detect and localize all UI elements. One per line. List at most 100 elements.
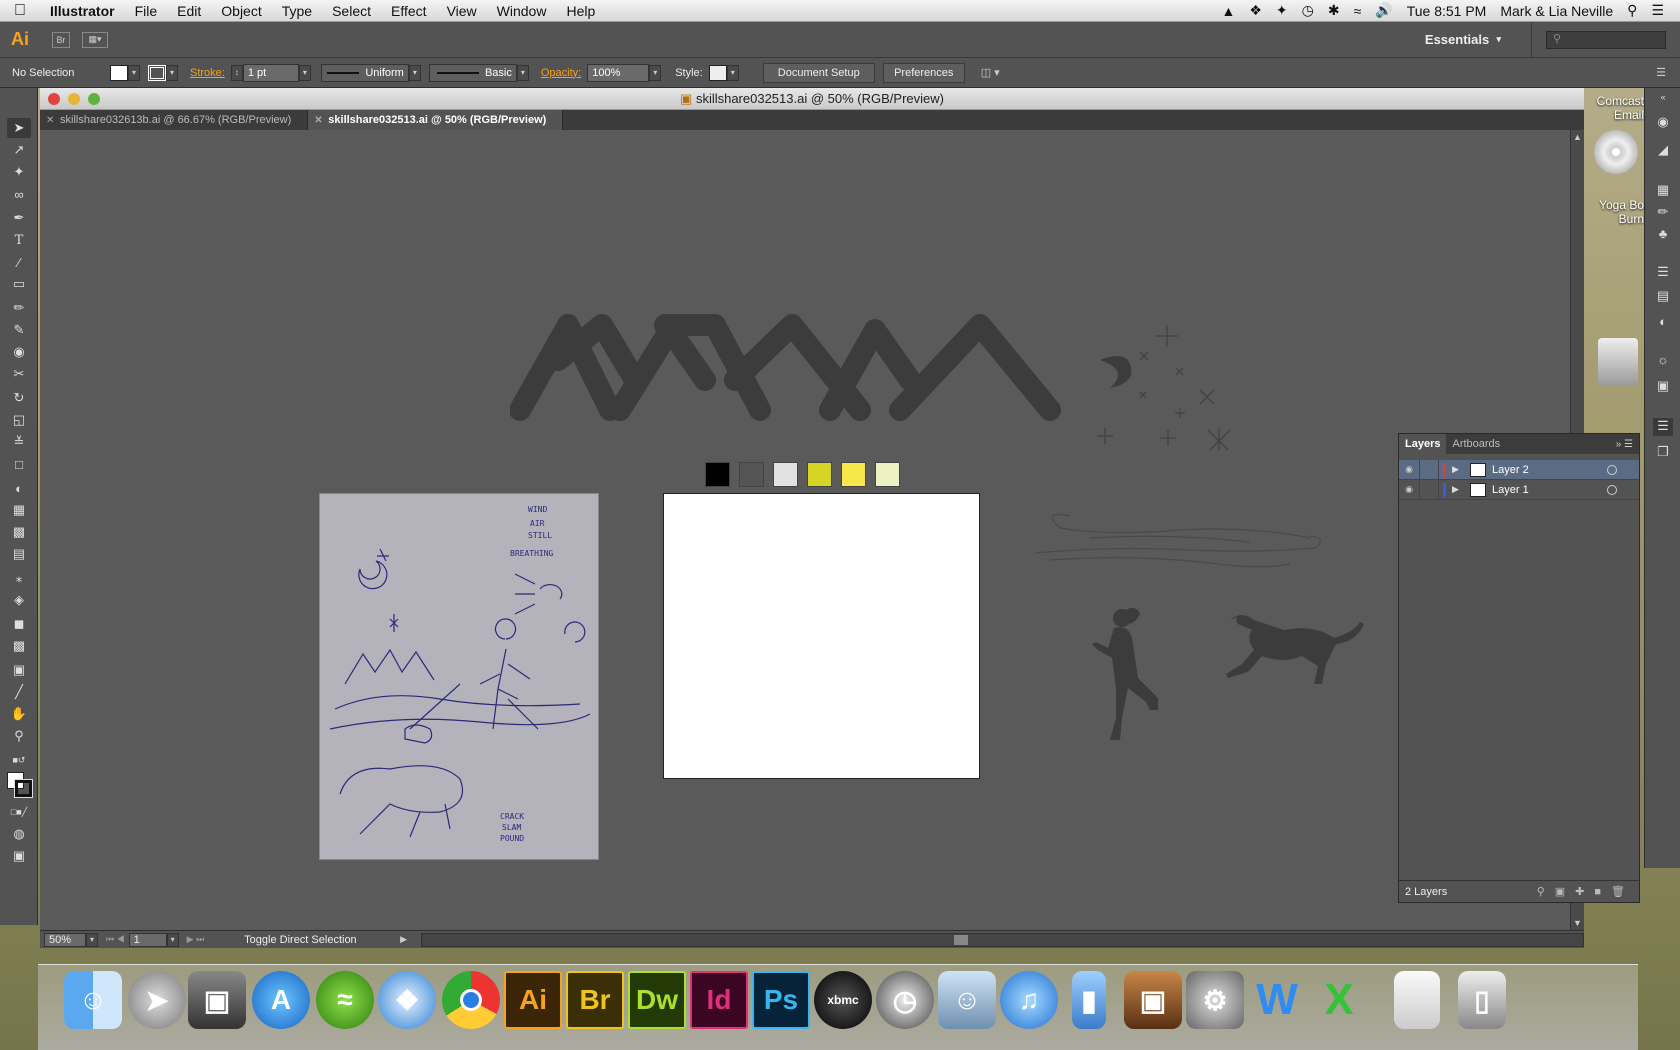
color-panel-icon[interactable]: ◉ (1653, 114, 1673, 132)
graphic-styles-panel-icon[interactable]: ▣ (1653, 378, 1673, 396)
opacity-field[interactable]: 100% (587, 63, 650, 82)
notification-center-icon[interactable]: ☰ (1651, 2, 1664, 19)
mesh-tool-icon[interactable]: ▩ (7, 522, 31, 542)
rotate-tool-icon[interactable]: ↻ (7, 388, 31, 408)
stroke-swatch[interactable] (148, 64, 166, 81)
tab-artboards[interactable]: Artboards (1446, 434, 1506, 454)
close-tab-icon[interactable]: ✕ (46, 115, 54, 126)
artboard[interactable] (663, 493, 980, 779)
opacity-label[interactable]: Opacity: (541, 67, 581, 79)
dropbox-icon[interactable]: ❖ (1249, 2, 1262, 19)
palette-swatch-lime[interactable] (807, 462, 832, 487)
help-search-input[interactable]: ⚲ (1546, 30, 1666, 49)
palette-swatch-yellow[interactable] (841, 462, 866, 487)
layer-actions-icons[interactable]: ⚲▣✚■🗑 (1537, 885, 1639, 898)
system-preferences-icon[interactable]: ⚙ (1186, 971, 1244, 1029)
blend-tool-icon[interactable]: ◈ (7, 590, 31, 610)
workspace-switcher[interactable]: Essentials ▾ (1425, 21, 1532, 58)
desktop-item-yoga[interactable]: Yoga Bo Burn (1574, 198, 1644, 226)
style-control[interactable]: ▾ (708, 64, 739, 81)
palette-swatch-light-gray[interactable] (773, 462, 798, 487)
stroke-color-control[interactable]: ▾ (148, 64, 178, 81)
color-guide-icon[interactable]: ◢ (1653, 142, 1673, 160)
xbmc-icon[interactable]: xbmc (814, 971, 872, 1029)
artboard-number-field[interactable]: 1 (128, 932, 167, 947)
arrange-documents-icon[interactable]: ▦▾ (82, 31, 108, 48)
free-transform-tool-icon[interactable]: □ (7, 454, 31, 474)
stroke-dropdown-icon[interactable]: ▾ (166, 64, 178, 81)
profile-field[interactable]: Uniform (320, 63, 409, 82)
magic-wand-tool-icon[interactable]: ✦ (7, 162, 31, 182)
artboards-panel-icon[interactable]: ❐ (1653, 444, 1673, 462)
menu-effect[interactable]: Effect (381, 3, 437, 19)
menu-select[interactable]: Select (322, 3, 381, 19)
arrange-icon[interactable]: ◫ ▾ (981, 66, 1000, 79)
spotify-icon[interactable]: ≈ (316, 971, 374, 1029)
trash-icon[interactable]: ▯ (1458, 971, 1506, 1029)
lasso-tool-icon[interactable]: ∞ (7, 184, 31, 204)
stroke-label[interactable]: Stroke: (190, 67, 225, 79)
launchpad-icon[interactable]: ➤ (128, 971, 186, 1029)
panel-menu-icon[interactable]: ☰ (1656, 66, 1666, 79)
panel-options-icon[interactable]: » ☰ (1616, 439, 1639, 450)
time-machine-icon[interactable]: ◷ (1302, 2, 1314, 19)
symbols-panel-icon[interactable]: ♣ (1653, 226, 1673, 244)
blob-brush-tool-icon[interactable]: ◉ (7, 342, 31, 362)
last-artboard-icon[interactable]: ▶ ⏭ (187, 934, 205, 945)
app-store-icon[interactable]: A (252, 971, 310, 1029)
slice-tool-icon[interactable]: ╱ (7, 682, 31, 702)
fill-dropdown-icon[interactable]: ▾ (128, 64, 140, 81)
photo-booth-icon[interactable]: ▣ (1124, 971, 1182, 1029)
runner-dog-silhouette[interactable] (1070, 600, 1370, 770)
user-name[interactable]: Mark & Lia Neville (1500, 3, 1613, 19)
tab-layers[interactable]: Layers (1399, 434, 1447, 454)
pencil-tool-icon[interactable]: ✎ (7, 320, 31, 340)
dock-photoshop-icon[interactable]: Ps (752, 971, 810, 1029)
mountains-artwork[interactable] (510, 300, 1070, 430)
collapse-dock-icon[interactable]: « (1653, 92, 1673, 110)
fill-swatch[interactable] (110, 64, 128, 81)
stroke-proxy-swatch[interactable] (14, 779, 33, 798)
pen-tool-icon[interactable]: ✒ (7, 208, 31, 228)
layer-name[interactable]: Layer 1 (1492, 484, 1529, 496)
width-tool-icon[interactable]: ≚ (7, 432, 31, 452)
visibility-eye-icon[interactable]: ◉ (1399, 464, 1419, 475)
zoom-tool-icon[interactable]: ⚲ (7, 726, 31, 746)
word-icon[interactable]: W (1248, 971, 1306, 1029)
dock-illustrator-icon[interactable]: Ai (504, 971, 562, 1029)
stroke-weight-field[interactable]: 1 pt (242, 63, 299, 82)
menu-object[interactable]: Object (211, 3, 271, 19)
wind-lines-artwork[interactable] (1030, 508, 1330, 578)
google-drive-icon[interactable]: ▲ (1221, 3, 1235, 19)
visibility-eye-icon[interactable]: ◉ (1399, 484, 1419, 495)
color-none-modes-icon[interactable]: □■╱ (7, 802, 31, 822)
lock-toggle[interactable] (1419, 479, 1439, 500)
variable-width-profile[interactable]: Uniform ▾ (320, 63, 421, 82)
menu-window[interactable]: Window (487, 3, 557, 19)
column-graph-tool-icon[interactable]: ▩ (7, 636, 31, 656)
stroke-weight-control[interactable]: ↕ 1 pt ▾ (230, 63, 311, 82)
documents-stack-icon[interactable] (1394, 971, 1440, 1029)
apple-menu-icon[interactable]:  (0, 2, 40, 20)
iphoto-icon[interactable]: ☺ (938, 971, 996, 1029)
spotlight-icon[interactable]: ⚲ (1627, 2, 1637, 19)
brush-definition[interactable]: Basic ▾ (428, 63, 529, 82)
opacity-control[interactable]: 100% ▾ (587, 63, 662, 82)
document-tab-skillshare032613b[interactable]: ✕ skillshare032613b.ai @ 66.67% (RGB/Prev… (40, 110, 309, 130)
swatches-panel-icon[interactable]: ▦ (1653, 182, 1673, 200)
brush-field[interactable]: Basic (428, 63, 517, 82)
dashboard-icon[interactable]: ◷ (876, 971, 934, 1029)
drawing-modes-icon[interactable]: ◍ (7, 824, 31, 844)
layers-panel-icon[interactable]: ☰ (1653, 418, 1673, 436)
expand-triangle-icon[interactable]: ▶ (1452, 464, 1464, 475)
lock-toggle[interactable] (1419, 459, 1439, 480)
artboard-dropdown-icon[interactable]: ▾ (166, 932, 179, 947)
chrome-icon[interactable] (442, 971, 500, 1029)
style-swatch[interactable] (708, 64, 727, 81)
horizontal-scroll-thumb[interactable] (954, 934, 969, 945)
paintbrush-tool-icon[interactable]: ✏ (7, 298, 31, 318)
document-tab-skillshare032513[interactable]: ✕ skillshare032513.ai @ 50% (RGB/Preview) (308, 110, 564, 130)
moon-stars-artwork[interactable] (1080, 300, 1240, 450)
layer-name[interactable]: Layer 2 (1492, 464, 1529, 476)
status-menu-arrow-icon[interactable]: ▶ (400, 934, 407, 945)
